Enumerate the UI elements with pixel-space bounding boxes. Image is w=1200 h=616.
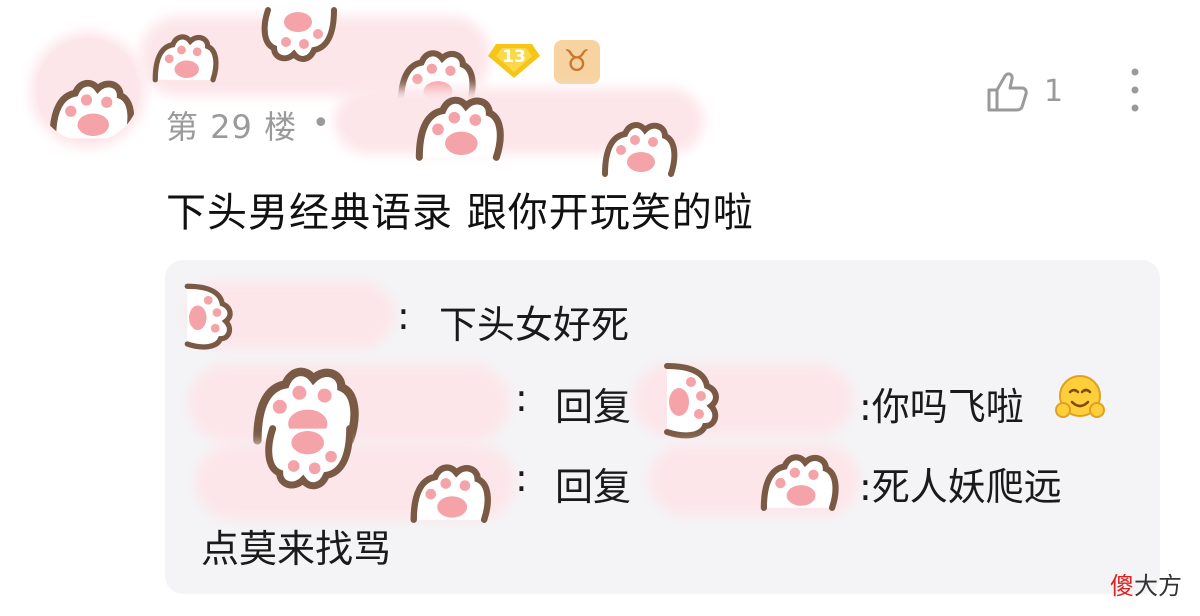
zodiac-badge: ♉: [554, 40, 600, 84]
like-button[interactable]: [986, 70, 1030, 114]
reply-word: 回复: [555, 385, 632, 429]
floor-label: 第 29 楼: [166, 108, 298, 146]
paw-sticker: [46, 74, 136, 142]
reply-preview-box[interactable]: : 下头女好死 : 回复 :你吗飞啦 : 回复 :死人妖爬远 点莫来找骂: [165, 260, 1160, 594]
reply-target-redaction: [643, 374, 843, 426]
reply-colon: :: [515, 456, 528, 500]
paw-sticker: [255, 424, 365, 494]
reply-colon: :: [515, 376, 528, 420]
watermark-first-char: 傻: [1110, 572, 1134, 600]
paw-sticker: [661, 360, 725, 440]
timestamp-redaction: [344, 98, 694, 144]
reply-text: :死人妖爬远: [859, 465, 1062, 509]
paw-sticker: [404, 92, 514, 162]
more-button[interactable]: [1124, 66, 1146, 114]
smiling-hug-emoji: [1055, 372, 1105, 422]
reply-text: 下头女好死: [439, 303, 630, 347]
watermark-rest: 大方: [1134, 572, 1182, 600]
paw-sticker: [150, 30, 220, 84]
more-vertical-icon: [1131, 68, 1139, 112]
taurus-icon: ♉: [563, 44, 591, 79]
thumbs-up-icon: [987, 72, 1028, 112]
meta-separator: •: [312, 106, 330, 141]
reply-username-redaction: [195, 292, 385, 338]
paw-sticker: [594, 118, 684, 178]
reply-colon: :: [397, 294, 410, 338]
reply-username-redaction: [205, 454, 505, 510]
level-badge: 13: [488, 42, 540, 78]
paw-sticker: [755, 450, 843, 512]
post-content[interactable]: 下头男经典语录 跟你开玩笑的啦: [166, 180, 754, 238]
paw-sticker: [260, 6, 340, 66]
watermark: 傻大方: [1110, 566, 1182, 601]
avatar[interactable]: [36, 38, 140, 142]
reply-text-continuation: 点莫来找骂: [201, 527, 392, 571]
level-badge-number: 13: [502, 47, 526, 67]
reply-target-redaction: [659, 454, 849, 506]
paw-sticker: [405, 460, 495, 524]
reply-text: :你吗飞啦: [859, 385, 1024, 429]
reply-word: 回复: [555, 465, 632, 509]
username-redaction: [150, 26, 480, 86]
paw-sticker: [182, 281, 238, 351]
like-count: 1: [1044, 74, 1064, 109]
